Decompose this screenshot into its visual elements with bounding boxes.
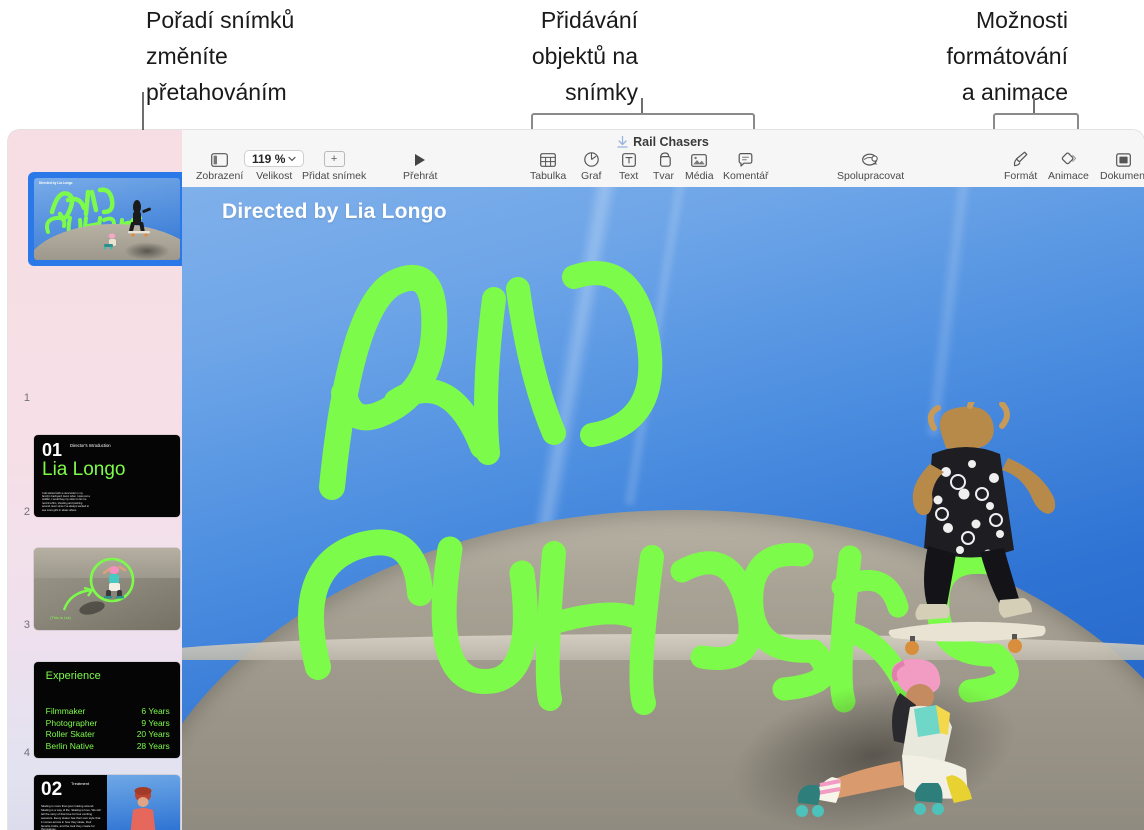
exp-years: 28 Years <box>136 740 170 751</box>
screenshot-root: Pořadí snímků změníte přetahováním Přidá… <box>0 0 1144 830</box>
callout-add-objects: Přidávání objektů na snímky <box>531 7 638 105</box>
toolbar-button-spolupracovat[interactable]: Spolupracovat <box>837 148 904 182</box>
callout-slide-order: Pořadí snímků změníte přetahováním <box>146 7 295 105</box>
slide-2-kicker: Director's Introduction <box>70 443 111 448</box>
skateboarder-figure <box>888 402 1056 655</box>
slide-thumbnail-3[interactable]: (This is Lia) <box>34 548 180 630</box>
document-title: Rail Chasers <box>633 135 709 149</box>
toolbar-button-animace[interactable]: Animace <box>1048 148 1089 182</box>
slide-number-2: 2 <box>23 506 30 518</box>
slide-thumbnail-1-canvas: Directed by Lia Longo <box>34 178 180 260</box>
toolbar-label-graf: Graf <box>581 170 602 182</box>
exp-role: Berlin Native <box>45 740 94 751</box>
toolbar-button-graf[interactable]: Graf <box>581 148 601 182</box>
document-icon <box>1116 148 1132 167</box>
exp-role: Filmmaker <box>45 706 86 717</box>
shape-icon <box>656 148 671 167</box>
slide-2-body: It all started with a camcorder in my fa… <box>42 491 90 512</box>
table-row: Filmmaker 6 Years <box>46 706 170 718</box>
slide-title-text[interactable]: Directed by Lia Longo <box>222 200 447 224</box>
slide-canvas[interactable]: Directed by Lia Longo <box>182 187 1144 830</box>
toolbar-button-prehrat[interactable]: Přehrát <box>403 148 437 182</box>
animation-diamond-icon <box>1059 148 1077 167</box>
roller-skater-seated <box>796 658 972 817</box>
toolbar-label-spolupracovat: Spolupracovat <box>837 170 905 182</box>
comment-icon <box>738 148 753 167</box>
exp-role: Roller Skater <box>45 729 95 740</box>
toolbar-button-text[interactable]: Text <box>619 148 638 182</box>
collaborate-person-icon <box>861 148 880 167</box>
slide-5-body: Skating is more than just cruising aroun… <box>41 804 101 830</box>
slide-number-4: 4 <box>23 747 30 759</box>
zoom-value: 119 % <box>252 151 286 166</box>
exp-years: 6 Years <box>141 706 170 717</box>
slide-number-3: 3 <box>23 619 30 631</box>
slide-navigator-sidebar[interactable]: 1 Directed by Lia Longo 2 01 Director's … <box>8 130 182 830</box>
text-box-icon <box>621 148 636 167</box>
toolbar-label-tvar: Tvar <box>653 170 674 182</box>
table-row: Roller Skater 20 Years <box>46 729 170 741</box>
toolbar-button-tabulka[interactable]: Tabulka <box>530 148 566 182</box>
plus-box-icon: + <box>323 148 345 167</box>
toolbar-label-format: Formát <box>1004 170 1038 182</box>
toolbar-label-velikost: Velikost <box>256 170 293 182</box>
media-image-icon <box>691 148 708 167</box>
toolbar-button-format[interactable]: Formát <box>1004 148 1037 182</box>
toolbar-button-komentar[interactable]: Komentář <box>723 148 769 182</box>
slide-2-heading: Lia Longo <box>42 459 126 480</box>
table-row: Photographer 9 Years <box>46 718 170 730</box>
toolbar-button-pridat-snimek[interactable]: + Přidat snímek <box>302 148 366 182</box>
slide-thumbnail-4[interactable]: Experience Filmmaker 6 Years Photographe… <box>34 662 180 758</box>
toolbar: Rail Chasers Zobrazení 119 % Velikost + … <box>182 130 1144 188</box>
callout-format-animate: Možnosti formátování a animace <box>946 7 1068 105</box>
chart-pie-icon <box>583 148 599 167</box>
slide-4-heading: Experience <box>45 669 101 682</box>
toolbar-label-komentar: Komentář <box>723 170 769 182</box>
slide-5-kicker: Treatment <box>71 781 90 786</box>
exp-years: 9 Years <box>141 717 170 728</box>
toolbar-label-pridat-snimek: Přidat snímek <box>302 170 367 182</box>
toolbar-button-media[interactable]: Média <box>685 148 714 182</box>
slide-navigator-scroll[interactable]: 1 Directed by Lia Longo 2 01 Director's … <box>8 130 182 830</box>
toolbar-button-dokument[interactable]: Dokument <box>1100 148 1144 182</box>
slide-thumbnail-2[interactable]: 01 Director's Introduction Lia Longo It … <box>34 435 180 517</box>
sidebar-view-icon <box>211 148 229 167</box>
slide-4-experience-table: Filmmaker 6 Years Photographer 9 Years R… <box>46 706 170 752</box>
toolbar-button-tvar[interactable]: Tvar <box>653 148 674 182</box>
table-row: Berlin Native 28 Years <box>46 741 170 753</box>
chevron-down-icon[interactable] <box>288 156 296 162</box>
callout-add-objects-bracket <box>531 113 755 129</box>
table-icon <box>540 148 556 167</box>
toolbar-items: Zobrazení 119 % Velikost + Přidat snímek… <box>182 148 1144 187</box>
toolbar-label-animace: Animace <box>1048 170 1089 182</box>
exp-years: 20 Years <box>136 729 170 740</box>
toolbar-button-velikost[interactable]: 119 % Velikost <box>244 148 305 182</box>
exp-role: Photographer <box>45 717 98 728</box>
toolbar-label-text: Text <box>619 170 639 182</box>
zoom-level-control[interactable]: 119 % <box>244 148 305 167</box>
toolbar-label-dokument: Dokument <box>1100 170 1144 182</box>
keynote-window: 1 Directed by Lia Longo 2 01 Director's … <box>8 130 1144 830</box>
zoom-pill[interactable]: 119 % <box>244 150 305 167</box>
callout-format-animate-bracket <box>993 113 1079 129</box>
toolbar-label-tabulka: Tabulka <box>530 170 567 182</box>
toolbar-label-zobrazeni: Zobrazení <box>196 170 244 182</box>
slide-5-big-number: 02 <box>41 779 63 800</box>
slide-thumbnail-5[interactable]: 02 Treatment Skating is more than just c… <box>34 775 180 830</box>
slide-3-annotation: (This is Lia) <box>50 615 71 620</box>
toolbar-label-prehrat: Přehrát <box>403 170 438 182</box>
paintbrush-icon <box>1013 148 1028 167</box>
slide-thumbnail-1[interactable]: Directed by Lia Longo <box>28 172 182 266</box>
toolbar-button-zobrazeni[interactable]: Zobrazení <box>196 148 243 182</box>
slide-number-1: 1 <box>23 392 30 404</box>
skateboard <box>888 621 1046 655</box>
slide-2-big-number: 01 <box>42 440 63 460</box>
document-menu-chevron-icon[interactable] <box>617 136 628 148</box>
play-icon <box>414 148 426 167</box>
toolbar-label-media: Média <box>685 170 714 182</box>
